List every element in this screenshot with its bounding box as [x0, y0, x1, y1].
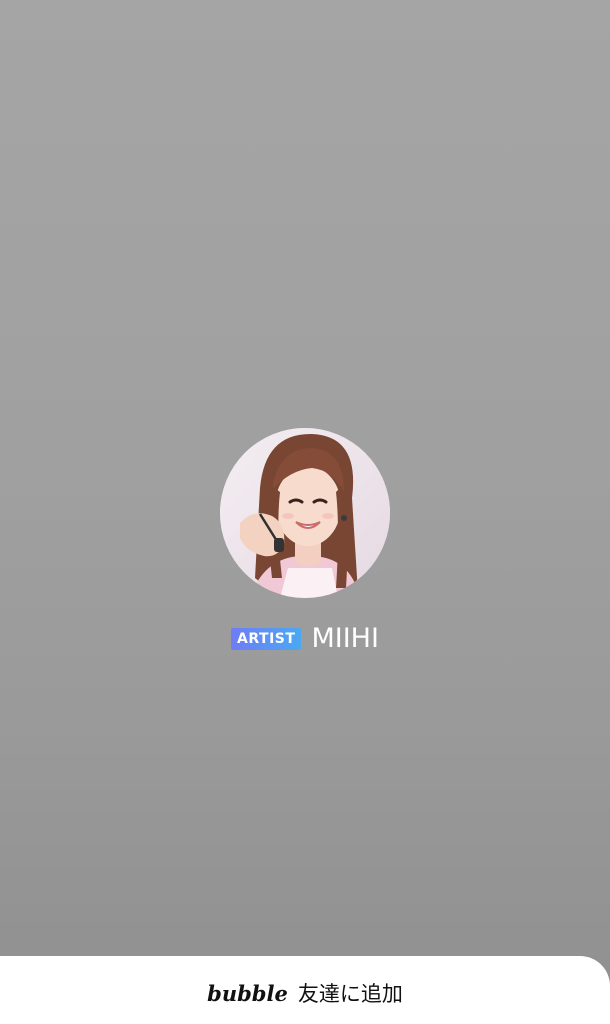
artist-badge: ARTIST	[231, 628, 302, 650]
bubble-logo: bubble	[207, 980, 288, 1006]
add-friend-label: 友達に追加	[297, 982, 403, 1006]
artist-name-row: ARTIST MIIHI	[231, 624, 379, 654]
artist-profile: ARTIST MIIHI	[0, 428, 610, 654]
add-friend-button[interactable]: bubble 友達に追加	[207, 978, 403, 1008]
artist-photo-icon	[220, 428, 390, 598]
artist-name: MIIHI	[311, 623, 379, 654]
bottom-sheet: bubble 友達に追加	[0, 956, 610, 1024]
artist-avatar[interactable]	[220, 428, 390, 598]
profile-screen: ARTIST MIIHI bubble 友達に追加	[0, 0, 610, 1024]
